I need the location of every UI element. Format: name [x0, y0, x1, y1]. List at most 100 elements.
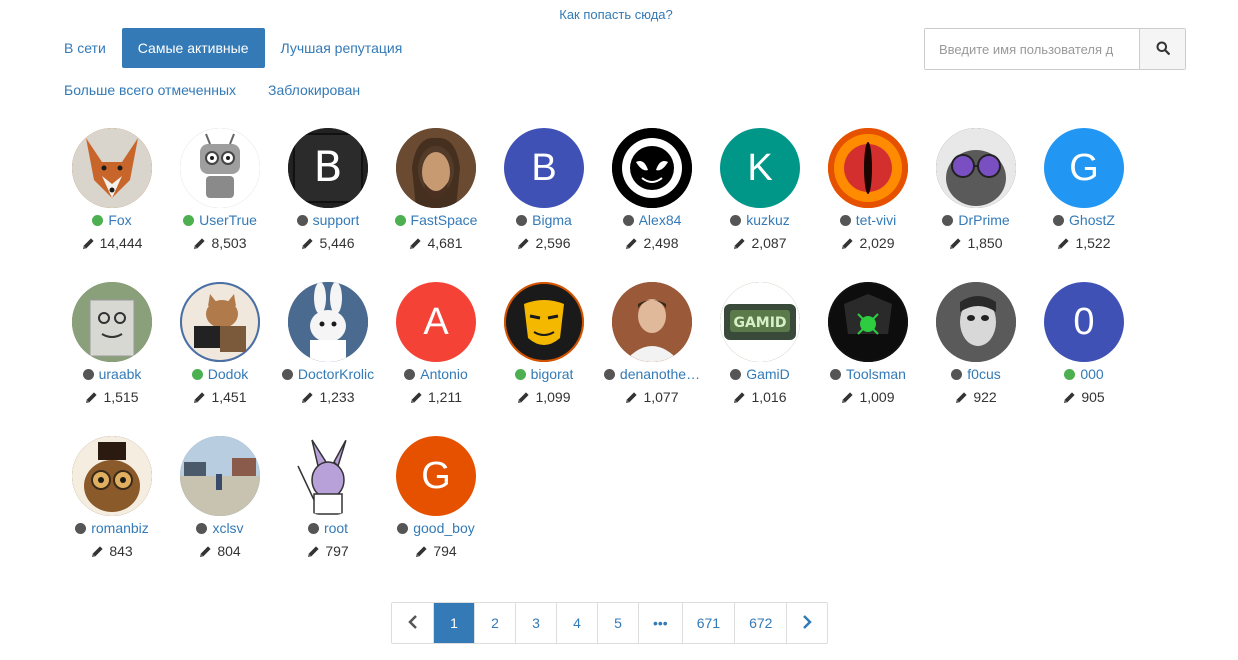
post-count-value: 2,087 [751, 235, 787, 251]
help-link[interactable]: Как попасть сюда? [0, 7, 1232, 22]
user-name-row: good_boy [397, 519, 475, 537]
pencil-icon [517, 237, 530, 250]
mask-avatar[interactable] [612, 128, 692, 208]
post-count-value: 905 [1081, 389, 1105, 405]
robot-avatar[interactable] [180, 128, 260, 208]
user-post-count: 2,596 [517, 235, 571, 251]
status-offline-dot [830, 368, 842, 380]
post-count-value: 8,503 [211, 235, 247, 251]
post-count-value: 804 [217, 543, 241, 559]
pagination-page[interactable]: 4 [556, 603, 597, 643]
user-name-link[interactable]: FastSpace [411, 212, 478, 228]
mask-face-avatar[interactable] [936, 282, 1016, 362]
pencil-icon [409, 237, 422, 250]
status-offline-dot [839, 214, 851, 226]
user-name-link[interactable]: Alex84 [639, 212, 682, 228]
user-name-link[interactable]: support [313, 212, 360, 228]
skull-avatar[interactable] [828, 282, 908, 362]
user-card: Toolsman 1,009 [814, 282, 922, 436]
user-name-link[interactable]: Toolsman [846, 366, 906, 382]
pagination-prev-button[interactable] [392, 603, 433, 643]
owl-avatar[interactable] [72, 436, 152, 516]
photo-avatar[interactable] [612, 282, 692, 362]
status-offline-dot [82, 368, 94, 380]
user-name-row: uraabk [82, 365, 142, 383]
user-name-link[interactable]: tet-vivi [856, 212, 896, 228]
user-name-link[interactable]: UserTrue [199, 212, 257, 228]
search-button[interactable] [1139, 29, 1185, 69]
portrait-avatar[interactable] [396, 128, 476, 208]
user-name-link[interactable]: f0cus [967, 366, 1000, 382]
cat-laptop-avatar[interactable] [180, 282, 260, 362]
user-name-link[interactable]: romanbiz [91, 520, 149, 536]
user-card: UserTrue 8,503 [166, 128, 274, 282]
user-name-link[interactable]: Bigma [532, 212, 572, 228]
pagination-page[interactable]: 5 [597, 603, 638, 643]
user-post-count: 1,522 [1057, 235, 1111, 251]
user-avatar[interactable]: K [720, 128, 800, 208]
tab-most-active[interactable]: Самые активные [121, 28, 265, 68]
rabbit-cartoon-avatar[interactable] [288, 436, 368, 516]
user-name-link[interactable]: GhostZ [1069, 212, 1115, 228]
pencil-icon [301, 391, 314, 404]
user-card: GAMID GamiD 1,016 [706, 282, 814, 436]
status-online-dot [1064, 368, 1076, 380]
user-name-link[interactable]: denanothe… [620, 366, 700, 382]
user-card: G GhostZ 1,522 [1030, 128, 1138, 282]
user-name-row: DoctorKrolic [281, 365, 374, 383]
user-avatar[interactable]: A [396, 282, 476, 362]
pagination-page[interactable]: 3 [515, 603, 556, 643]
post-count-value: 1,009 [859, 389, 895, 405]
pagination-page[interactable]: 671 [681, 603, 734, 643]
tab-online[interactable]: В сети [48, 28, 122, 68]
user-name-link[interactable]: Fox [108, 212, 131, 228]
user-name-link[interactable]: Dodok [208, 366, 248, 382]
user-name-link[interactable]: good_boy [413, 520, 475, 536]
pagination-next-button[interactable] [786, 603, 827, 643]
user-name-row: xclsv [196, 519, 244, 537]
tab-best-reputation[interactable]: Лучшая репутация [265, 28, 419, 68]
avatar-letter: G [421, 454, 451, 497]
avatar-letter: K [747, 146, 773, 189]
anonymous-avatar[interactable] [504, 282, 584, 362]
box-avatar[interactable] [72, 282, 152, 362]
pagination-page[interactable]: 1 [433, 603, 474, 643]
user-card: f0cus 922 [922, 282, 1030, 436]
user-avatar[interactable]: G [396, 436, 476, 516]
pagination-page[interactable]: 672 [734, 603, 786, 643]
user-name-link[interactable]: Antonio [420, 366, 467, 382]
user-name-link[interactable]: bigorat [531, 366, 574, 382]
user-name-link[interactable]: GamiD [746, 366, 790, 382]
search-input[interactable] [925, 29, 1139, 69]
user-post-count: 2,498 [625, 235, 679, 251]
user-name-link[interactable]: DoctorKrolic [298, 366, 374, 382]
user-card: Ggood_boy 794 [382, 436, 490, 590]
street-avatar[interactable] [180, 436, 260, 516]
pencil-icon [625, 391, 638, 404]
user-name-link[interactable]: kuzkuz [746, 212, 790, 228]
status-offline-dot [942, 214, 954, 226]
user-name-row: UserTrue [183, 211, 257, 229]
fox-avatar[interactable] [72, 128, 152, 208]
tab-banned[interactable]: Заблокирован [252, 70, 376, 110]
user-name-row: support [296, 211, 360, 229]
user-name-link[interactable]: root [324, 520, 348, 536]
user-avatar[interactable]: 0 [1044, 282, 1124, 362]
user-post-count: 4,681 [409, 235, 463, 251]
post-count-value: 1,233 [319, 389, 355, 405]
user-name-link[interactable]: uraabk [99, 366, 142, 382]
rabbit-avatar[interactable] [288, 282, 368, 362]
user-name-link[interactable]: DrPrime [958, 212, 1009, 228]
pencil-icon [307, 545, 320, 558]
user-avatar[interactable]: B [504, 128, 584, 208]
cat-avatar[interactable] [936, 128, 1016, 208]
pencil-icon [85, 391, 98, 404]
user-avatar[interactable]: G [1044, 128, 1124, 208]
eye-avatar[interactable] [828, 128, 908, 208]
gamid-avatar[interactable]: GAMID [720, 282, 800, 362]
user-name-link[interactable]: 000 [1080, 366, 1103, 382]
tab-most-flagged[interactable]: Больше всего отмеченных [48, 70, 252, 110]
pagination-page[interactable]: 2 [474, 603, 515, 643]
letter-b-avatar[interactable]: B [288, 128, 368, 208]
user-name-link[interactable]: xclsv [212, 520, 243, 536]
